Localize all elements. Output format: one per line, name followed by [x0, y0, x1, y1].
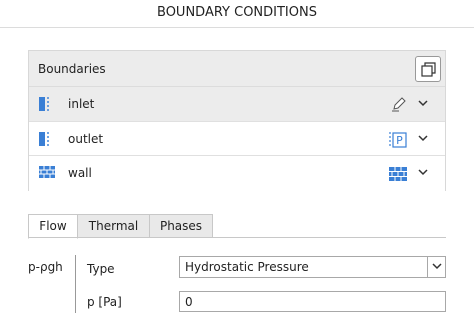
copy-icon — [421, 62, 436, 77]
type-select-arrow[interactable] — [427, 257, 445, 277]
boundary-row-wall[interactable]: wall — [29, 156, 445, 191]
boundary-name: inlet — [68, 97, 95, 111]
pressure-outlet-icon[interactable]: P — [389, 131, 407, 149]
type-select-value: Hydrostatic Pressure — [185, 260, 309, 274]
section-divider — [75, 255, 76, 313]
chevron-down-icon[interactable] — [418, 134, 428, 142]
boundaries-panel: Boundaries inlet outlet P wall — [28, 50, 446, 191]
type-label: Type — [87, 262, 115, 276]
wall-icon[interactable] — [389, 167, 407, 181]
tab-phases[interactable]: Phases — [149, 214, 213, 238]
pressure-outlet-letter: P — [396, 134, 403, 147]
edit-pencil-icon[interactable] — [391, 96, 407, 112]
boundary-patch-icon — [39, 131, 49, 146]
wall-icon — [39, 166, 55, 178]
tab-flow[interactable]: Flow — [28, 214, 78, 239]
boundary-patch-icon — [39, 97, 49, 111]
chevron-down-icon[interactable] — [418, 100, 428, 107]
tab-thermal[interactable]: Thermal — [77, 214, 150, 238]
copy-button[interactable] — [415, 56, 441, 82]
boundary-row-outlet[interactable]: outlet P — [29, 121, 445, 156]
chevron-down-icon — [432, 263, 442, 270]
tab-divider — [28, 237, 446, 238]
boundary-name: wall — [68, 166, 92, 180]
boundaries-header: Boundaries — [29, 51, 445, 87]
boundary-name: outlet — [68, 131, 104, 146]
chevron-down-icon[interactable] — [418, 169, 428, 176]
boundaries-label: Boundaries — [38, 62, 106, 76]
pressure-label: p [Pa] — [87, 295, 122, 309]
field-section-label: p-ρgh — [28, 260, 63, 274]
pressure-input[interactable] — [179, 291, 446, 312]
type-select[interactable]: Hydrostatic Pressure — [179, 256, 446, 278]
page-title: BOUNDARY CONDITIONS — [0, 0, 474, 28]
boundary-row-inlet[interactable]: inlet — [29, 87, 445, 122]
